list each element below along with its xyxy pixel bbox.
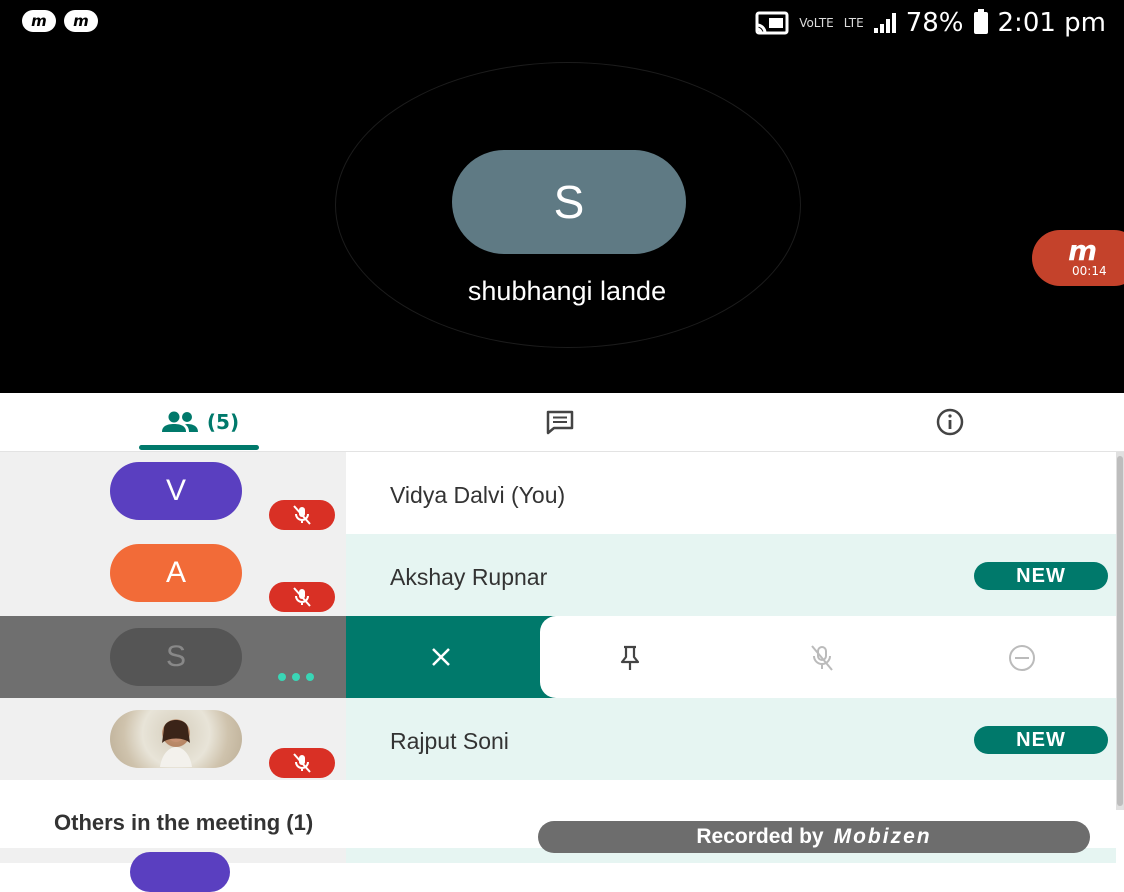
cast-icon bbox=[755, 11, 789, 35]
row-avatar-area: V bbox=[0, 452, 346, 534]
row-info: Akshay Rupnar NEW bbox=[346, 534, 1116, 616]
people-icon bbox=[161, 411, 198, 432]
tab-info[interactable] bbox=[890, 393, 1010, 451]
participant-row[interactable]: V Vidya Dalvi (You) bbox=[0, 452, 1116, 534]
recording-timer: 00:14 bbox=[1072, 264, 1107, 278]
participant-name: Rajput Soni bbox=[390, 728, 509, 754]
muted-badge bbox=[269, 748, 335, 778]
avatar: S bbox=[110, 628, 242, 686]
tab-bar: (5) bbox=[0, 393, 1124, 452]
mic-off-icon bbox=[293, 587, 311, 607]
mic-off-icon bbox=[811, 645, 833, 671]
section-heading: Others in the meeting (1) bbox=[54, 810, 314, 835]
clock: 2:01 pm bbox=[997, 8, 1106, 38]
mobizen-logo: Mobizen bbox=[833, 825, 932, 848]
speaker-avatar: S bbox=[452, 150, 686, 254]
participant-name: Akshay Rupnar bbox=[390, 564, 548, 590]
recording-label: Recorded by bbox=[696, 825, 824, 848]
signal-icon bbox=[873, 13, 896, 33]
row-info: Vidya Dalvi (You) bbox=[346, 452, 1116, 534]
row-avatar-area: A bbox=[0, 534, 346, 616]
scrollbar-thumb[interactable] bbox=[1117, 456, 1123, 806]
avatar: V bbox=[110, 462, 242, 520]
mic-off-icon bbox=[293, 505, 311, 525]
participant-photo bbox=[110, 710, 242, 768]
remove-icon bbox=[1009, 645, 1035, 671]
pin-icon bbox=[620, 645, 640, 670]
tab-chat[interactable] bbox=[500, 393, 620, 451]
mobizen-recorder-button[interactable]: m 00:14 bbox=[1032, 230, 1124, 286]
remove-button[interactable] bbox=[1002, 640, 1042, 676]
row-avatar-area: S bbox=[0, 616, 346, 698]
participant-row[interactable]: Rajput Soni NEW bbox=[0, 698, 1116, 780]
mobizen-notification-icon: m bbox=[22, 10, 56, 32]
mute-button[interactable] bbox=[802, 640, 842, 676]
chat-icon bbox=[546, 410, 574, 435]
avatar: A bbox=[110, 544, 242, 602]
photo-silhouette bbox=[160, 720, 192, 767]
battery-icon bbox=[973, 9, 988, 34]
row-avatar-area bbox=[0, 698, 346, 780]
more-dots-icon bbox=[278, 673, 314, 681]
new-badge: NEW bbox=[974, 562, 1108, 590]
muted-badge bbox=[269, 582, 335, 612]
participant-row[interactable]: A Akshay Rupnar NEW bbox=[0, 534, 1116, 616]
pin-button[interactable] bbox=[610, 640, 650, 676]
lte-indicator: LTE bbox=[843, 16, 864, 30]
mic-off-icon bbox=[293, 753, 311, 773]
close-icon bbox=[432, 648, 450, 666]
avatar bbox=[130, 852, 230, 892]
speaker-name: shubhangi lande bbox=[467, 276, 667, 306]
people-count: (5) bbox=[206, 410, 240, 434]
notification-icons: m m bbox=[22, 10, 98, 32]
recording-watermark: Recorded by Mobizen bbox=[538, 821, 1090, 853]
row-info: Rajput Soni NEW bbox=[346, 698, 1116, 780]
mobizen-notification-icon: m bbox=[64, 10, 98, 32]
action-panel bbox=[540, 616, 1116, 698]
system-status: VoLTE LTE 78% 2:01 pm bbox=[755, 8, 1106, 38]
muted-badge bbox=[269, 500, 335, 530]
active-tab-indicator bbox=[139, 445, 259, 450]
participant-row-actions[interactable]: S bbox=[0, 616, 1116, 698]
participant-name: Vidya Dalvi (You) bbox=[390, 482, 566, 508]
mobizen-logo: m bbox=[1068, 234, 1098, 267]
battery-percent: 78% bbox=[905, 8, 964, 38]
new-badge: NEW bbox=[974, 726, 1108, 754]
volte-indicator: VoLTE bbox=[799, 16, 834, 30]
tab-people[interactable]: (5) bbox=[120, 393, 280, 451]
status-bar: m m VoLTE LTE 78% 2:01 pm bbox=[0, 0, 1124, 48]
info-icon bbox=[936, 408, 964, 436]
